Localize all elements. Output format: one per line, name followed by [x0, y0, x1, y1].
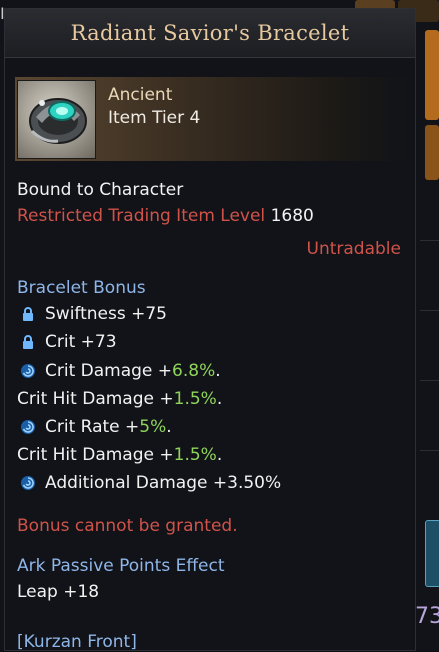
- bg-divider: [420, 310, 439, 311]
- item-tooltip: Radiant Savior's Bracelet Ancient Item T…: [4, 8, 416, 652]
- stat-green-value: 6.8%: [172, 361, 216, 381]
- bg-divider: [420, 380, 439, 381]
- item-header: Ancient Item Tier 4: [15, 77, 409, 161]
- bg-divider: [420, 450, 439, 451]
- stat-value: +: [157, 361, 173, 381]
- stat-suffix: .: [216, 445, 223, 465]
- swirl-icon: [20, 475, 36, 491]
- tooltip-title-bar: Radiant Savior's Bracelet: [5, 9, 415, 58]
- stat-row: Crit Damage +6.8%.: [17, 361, 221, 381]
- stat-label: Swiftness: [45, 304, 126, 324]
- bg-item-slot: [425, 30, 439, 120]
- swirl-icon: [20, 419, 36, 435]
- stat-value: +: [159, 389, 174, 409]
- swirl-icon: [20, 363, 36, 379]
- stat-row: Crit +73: [17, 332, 117, 352]
- item-level-value: 1680: [270, 206, 314, 226]
- ark-passive-value: Leap +18: [17, 582, 100, 602]
- stat-value: +: [125, 417, 140, 437]
- region-label: [Kurzan Front]: [17, 632, 137, 652]
- stat-value: +75: [131, 304, 168, 324]
- restricted-trading-label: Restricted Trading Item Level: [17, 206, 266, 226]
- stat-suffix: .: [166, 417, 172, 437]
- stat-label: Additional Damage: [45, 473, 208, 493]
- bracelet-icon: [17, 80, 96, 159]
- bg-divider: [420, 240, 439, 241]
- tradable-status: Untradable: [306, 239, 401, 259]
- stat-label: Crit Rate: [45, 417, 120, 437]
- item-grade: Ancient: [108, 85, 173, 105]
- stat-row: Additional Damage +3.50%: [17, 473, 281, 493]
- item-tier: Item Tier 4: [108, 108, 201, 128]
- stat-label: Crit Damage: [45, 361, 153, 381]
- stat-label: Crit: [45, 332, 76, 352]
- bound-status: Bound to Character: [17, 180, 184, 200]
- stat-suffix: .: [215, 361, 221, 381]
- stat-value: +73: [80, 332, 117, 352]
- stat-row: Crit Hit Damage +1.5%.: [17, 445, 222, 465]
- stat-green-value: 1.5%: [173, 445, 217, 465]
- bg-item-slot: [425, 520, 439, 587]
- ark-passive-header: Ark Passive Points Effect: [17, 556, 225, 576]
- stat-green-value: 1.5%: [173, 389, 217, 409]
- stat-label: Crit Hit Damage: [17, 445, 154, 465]
- bg-item-slot: [425, 125, 439, 180]
- stat-value: +3.50%: [212, 473, 282, 493]
- bracelet-bonus-header: Bracelet Bonus: [17, 278, 146, 298]
- stat-green-value: 5%: [139, 417, 167, 437]
- lock-icon: [20, 306, 36, 322]
- stat-suffix: .: [216, 389, 223, 409]
- stat-row: Crit Rate +5%.: [17, 417, 172, 437]
- bg-text-fragment: 73: [415, 604, 439, 629]
- restricted-trading-row: Restricted Trading Item Level 1680: [17, 206, 314, 226]
- stat-label: Crit Hit Damage: [17, 389, 154, 409]
- stat-row: Crit Hit Damage +1.5%.: [17, 389, 222, 409]
- bonus-note: Bonus cannot be granted.: [17, 516, 238, 536]
- item-name: Radiant Savior's Bracelet: [70, 21, 350, 45]
- stat-value: +: [159, 445, 174, 465]
- lock-icon: [20, 334, 36, 350]
- stat-row: Swiftness +75: [17, 304, 167, 324]
